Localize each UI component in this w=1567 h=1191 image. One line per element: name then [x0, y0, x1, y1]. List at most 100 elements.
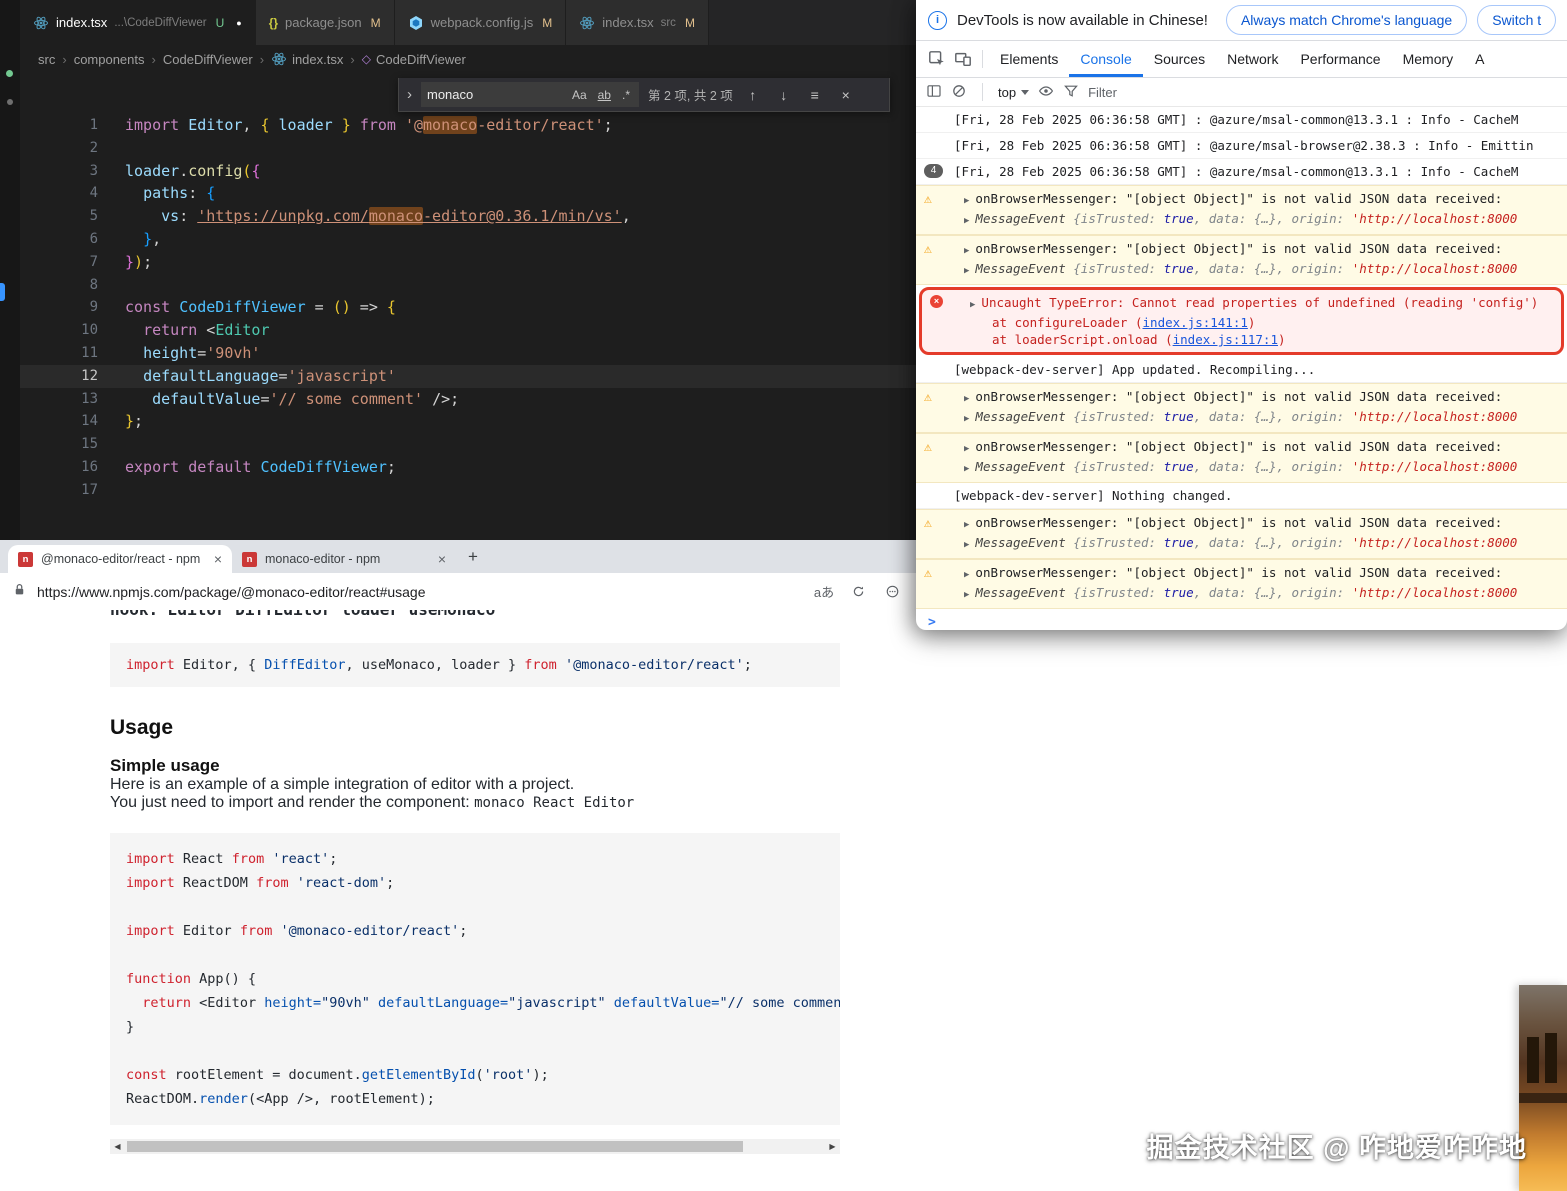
devtools-tab-elements[interactable]: Elements: [989, 41, 1069, 77]
expand-triangle-icon[interactable]: ▶: [964, 464, 969, 474]
find-replace-toggle-icon[interactable]: ›: [407, 86, 412, 103]
code-line[interactable]: 3loader.config({: [20, 160, 916, 183]
console-message-log[interactable]: [webpack-dev-server] Nothing changed.: [916, 483, 1567, 509]
devtools-tab-memory[interactable]: Memory: [1392, 41, 1465, 77]
scrollbar-thumb[interactable]: [127, 1141, 743, 1152]
console-message-warning[interactable]: ⚠▶onBrowserMessenger: "[object Object]" …: [916, 559, 1567, 609]
breadcrumb-item[interactable]: components: [74, 52, 145, 67]
toolbar-divider: [982, 50, 983, 68]
console-message-log[interactable]: 4[Fri, 28 Feb 2025 06:36:58 GMT] : @azur…: [916, 159, 1567, 185]
live-expression-eye-icon[interactable]: [1038, 83, 1054, 102]
find-close-button[interactable]: ×: [835, 87, 857, 103]
browser-tab[interactable]: n@monaco-editor/react - npm×: [8, 545, 232, 573]
expand-triangle-icon[interactable]: ▶: [964, 266, 969, 276]
find-input[interactable]: monaco Aa ab .*: [421, 82, 639, 107]
console-message-log[interactable]: [Fri, 28 Feb 2025 06:36:58 GMT] : @azure…: [916, 107, 1567, 133]
horizontal-scrollbar[interactable]: ◀ ▶: [110, 1139, 840, 1154]
device-toolbar-icon[interactable]: [950, 50, 976, 68]
code-line[interactable]: 2: [20, 137, 916, 160]
expand-triangle-icon[interactable]: ▶: [964, 444, 969, 454]
breadcrumb-item[interactable]: ◇CodeDiffViewer: [362, 52, 466, 67]
editor-tab-package.json[interactable]: {}package.jsonM: [256, 0, 395, 45]
devtools-tab-console[interactable]: Console: [1069, 41, 1142, 77]
code-line[interactable]: 4 paths: {: [20, 182, 916, 205]
console-prompt[interactable]: >: [916, 609, 1567, 630]
console-message-warning[interactable]: ⚠▶onBrowserMessenger: "[object Object]" …: [916, 509, 1567, 559]
console-message-log[interactable]: [webpack-dev-server] App updated. Recomp…: [916, 357, 1567, 383]
scroll-left-arrow-icon[interactable]: ◀: [110, 1139, 125, 1154]
inspect-element-icon[interactable]: [924, 50, 950, 68]
code-line[interactable]: 15: [20, 433, 916, 456]
console-message-warning[interactable]: ⚠▶onBrowserMessenger: "[object Object]" …: [916, 185, 1567, 235]
code-line[interactable]: 6 },: [20, 228, 916, 251]
more-options-icon[interactable]: [880, 584, 904, 599]
breadcrumb-item[interactable]: index.tsx: [271, 51, 343, 67]
refresh-icon[interactable]: [846, 584, 870, 599]
source-link[interactable]: index.js:117:1: [1173, 332, 1278, 347]
lock-icon[interactable]: [12, 582, 27, 602]
translate-icon[interactable]: aあ: [812, 582, 836, 601]
console-message-log[interactable]: [Fri, 28 Feb 2025 06:36:58 GMT] : @azure…: [916, 133, 1567, 159]
code-line[interactable]: 8: [20, 274, 916, 297]
code-line[interactable]: 12 defaultLanguage='javascript': [20, 365, 916, 388]
code-line[interactable]: 10 return <Editor: [20, 319, 916, 342]
devtools-tab-sources[interactable]: Sources: [1143, 41, 1216, 77]
console-message-warning[interactable]: ⚠▶onBrowserMessenger: "[object Object]" …: [916, 383, 1567, 433]
console-sidebar-icon[interactable]: [926, 83, 942, 102]
scroll-right-arrow-icon[interactable]: ▶: [825, 1139, 840, 1154]
console-message-error[interactable]: ×▶Uncaught TypeError: Cannot read proper…: [919, 287, 1564, 355]
expand-triangle-icon[interactable]: ▶: [964, 520, 969, 530]
new-tab-button[interactable]: +: [460, 547, 486, 567]
switch-language-button[interactable]: Switch t: [1477, 5, 1556, 35]
editor-tab-index.tsx[interactable]: index.tsxsrcM: [566, 0, 709, 45]
expand-triangle-icon[interactable]: ▶: [964, 216, 969, 226]
browser-tab[interactable]: nmonaco-editor - npm×: [232, 545, 456, 573]
context-selector[interactable]: top: [998, 85, 1029, 100]
devtools-tab-network[interactable]: Network: [1216, 41, 1289, 77]
find-in-selection-button[interactable]: ≡: [804, 87, 826, 103]
breadcrumb-item[interactable]: src: [38, 52, 55, 67]
source-link[interactable]: index.js:141:1: [1143, 315, 1248, 330]
code-line[interactable]: 16export default CodeDiffViewer;: [20, 456, 916, 479]
code-line[interactable]: 7});: [20, 251, 916, 274]
code-line[interactable]: 1import Editor, { loader } from '@monaco…: [20, 114, 916, 137]
code-line[interactable]: 5 vs: 'https://unpkg.com/monaco-editor@0…: [20, 205, 916, 228]
code-line[interactable]: 17: [20, 479, 916, 502]
address-bar[interactable]: https://www.npmjs.com/package/@monaco-ed…: [37, 584, 802, 600]
expand-triangle-icon[interactable]: ▶: [964, 590, 969, 600]
editor-tab-webpack.config.js[interactable]: webpack.config.jsM: [395, 0, 567, 45]
expand-triangle-icon[interactable]: ▶: [964, 394, 969, 404]
clear-console-icon[interactable]: [951, 83, 967, 102]
expand-triangle-icon[interactable]: ▶: [964, 246, 969, 256]
devtools-tab-a[interactable]: A: [1464, 41, 1495, 77]
expand-triangle-icon[interactable]: ▶: [964, 540, 969, 550]
editor-tab-index.tsx[interactable]: index.tsx...\CodeDiffViewerU●: [20, 0, 256, 45]
match-language-button[interactable]: Always match Chrome's language: [1226, 5, 1467, 35]
find-prev-button[interactable]: ↑: [742, 87, 764, 103]
tab-close-icon[interactable]: ×: [214, 551, 222, 567]
react-icon: [271, 51, 287, 67]
code-line[interactable]: 11 height='90vh': [20, 342, 916, 365]
scrollbar-track[interactable]: [125, 1139, 825, 1154]
code-area[interactable]: 1import Editor, { loader } from '@monaco…: [20, 73, 916, 502]
expand-triangle-icon[interactable]: ▶: [964, 196, 969, 206]
whole-word-button[interactable]: ab: [595, 87, 614, 103]
expand-triangle-icon[interactable]: ▶: [964, 414, 969, 424]
code-line[interactable]: 9const CodeDiffViewer = () => {: [20, 296, 916, 319]
regex-button[interactable]: .*: [619, 87, 633, 103]
filter-label[interactable]: Filter: [1088, 85, 1117, 100]
code-line[interactable]: 14};: [20, 410, 916, 433]
breadcrumb-item[interactable]: CodeDiffViewer: [163, 52, 253, 67]
console-message-warning[interactable]: ⚠▶onBrowserMessenger: "[object Object]" …: [916, 235, 1567, 285]
console-message-warning[interactable]: ⚠▶onBrowserMessenger: "[object Object]" …: [916, 433, 1567, 483]
filter-icon[interactable]: [1063, 83, 1079, 102]
expand-triangle-icon[interactable]: ▶: [970, 300, 975, 310]
find-query-text: monaco: [427, 87, 564, 102]
code-line[interactable]: 13 defaultValue='// some comment' />;: [20, 388, 916, 411]
find-next-button[interactable]: ↓: [773, 87, 795, 103]
unsaved-dot-icon[interactable]: ●: [236, 18, 241, 28]
tab-close-icon[interactable]: ×: [438, 551, 446, 567]
devtools-tab-performance[interactable]: Performance: [1289, 41, 1391, 77]
expand-triangle-icon[interactable]: ▶: [964, 570, 969, 580]
match-case-button[interactable]: Aa: [569, 87, 590, 103]
